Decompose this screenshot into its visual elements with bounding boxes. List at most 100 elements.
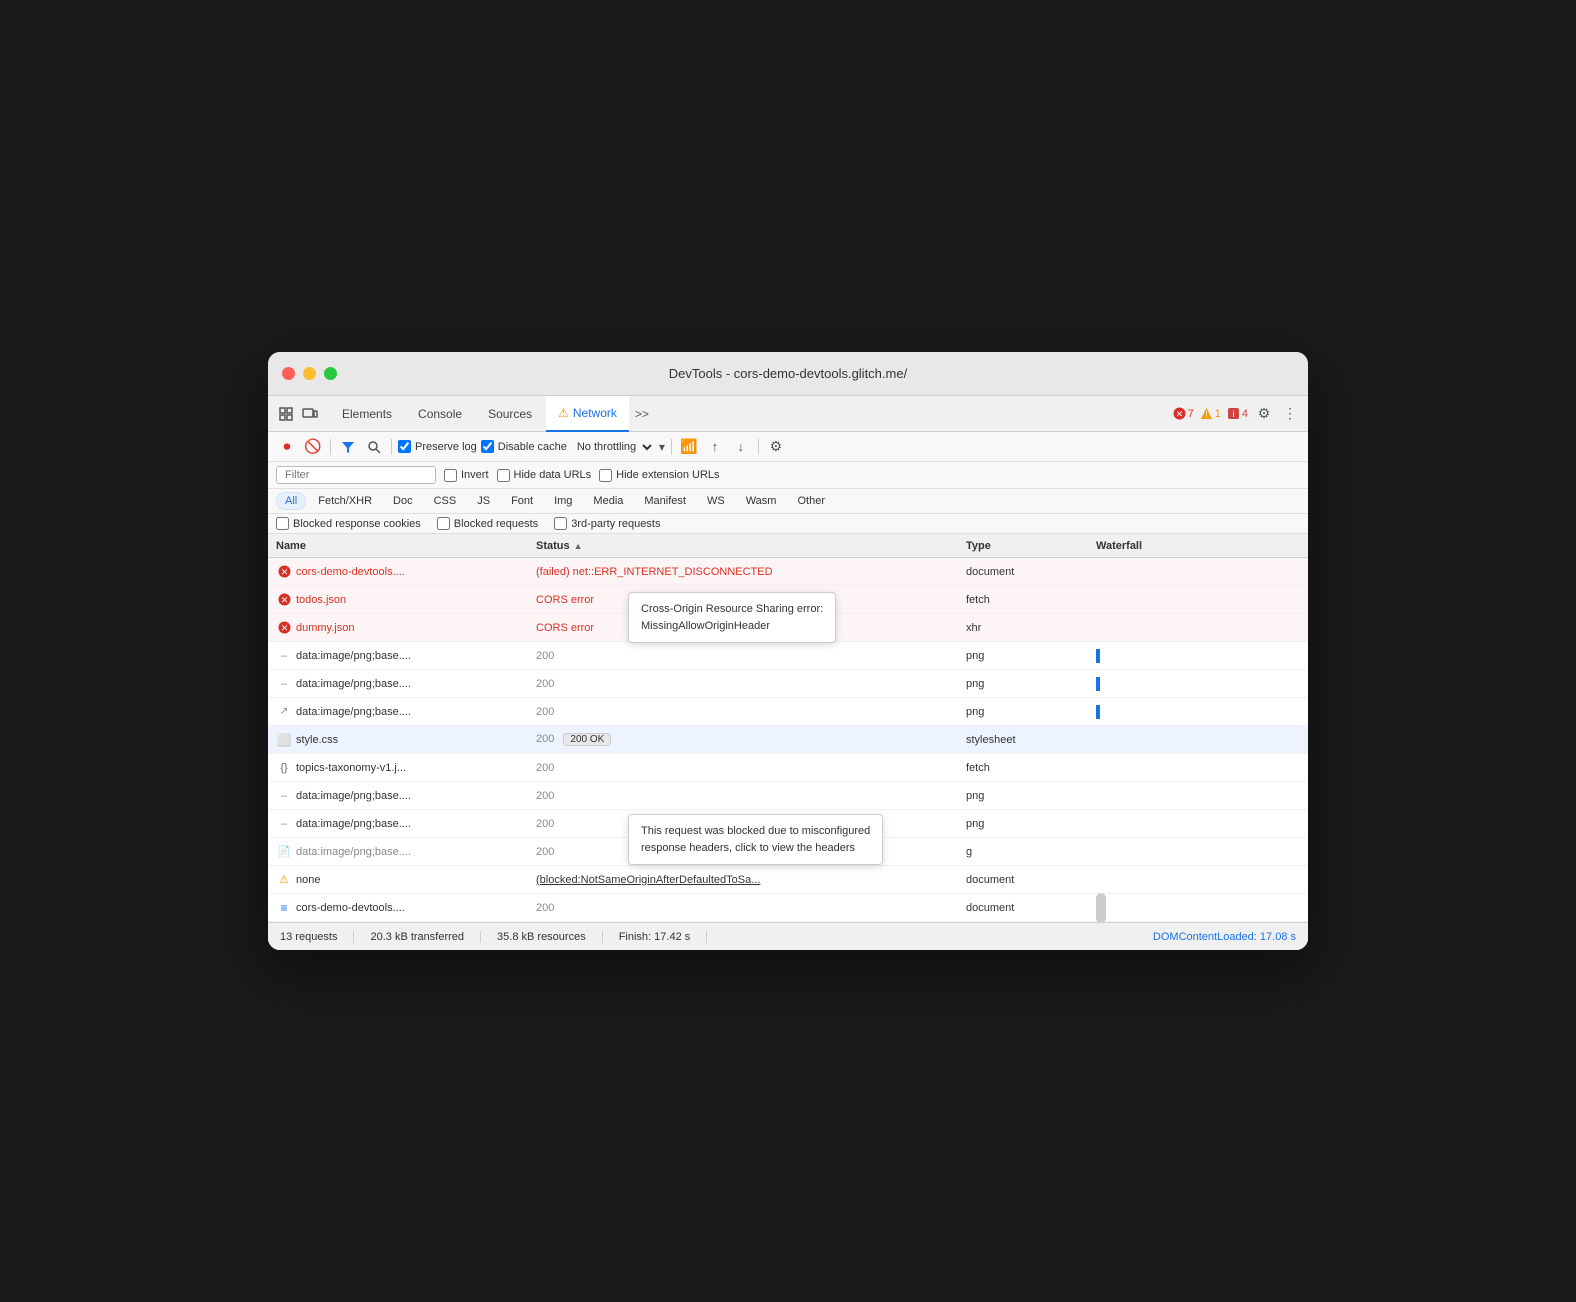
tab-elements[interactable]: Elements: [330, 396, 404, 432]
hide-data-urls-checkbox[interactable]: Hide data URLs: [497, 469, 592, 482]
minimize-button[interactable]: [303, 367, 316, 380]
blocking-bar: Blocked response cookies Blocked request…: [268, 514, 1308, 534]
dom-content-loaded: DOMContentLoaded: 17.08 s: [1153, 931, 1296, 943]
tab-console[interactable]: Console: [406, 396, 474, 432]
throttle-select[interactable]: No throttling: [571, 440, 655, 454]
scrollbar[interactable]: [1096, 893, 1106, 923]
dash-icon: –: [276, 676, 292, 692]
error-icon: ✕: [276, 564, 292, 580]
row-status: CORS error: [536, 594, 966, 606]
row-name: style.css: [296, 734, 536, 746]
table-row[interactable]: {} topics-taxonomy-v1.j... 200 fetch: [268, 754, 1308, 782]
col-header-waterfall[interactable]: Waterfall: [1096, 540, 1300, 552]
waterfall-bar: [1096, 705, 1100, 719]
svg-text:✕: ✕: [280, 595, 288, 605]
table-row[interactable]: 📄 data:image/png;base.... 200 g: [268, 838, 1308, 866]
type-filter-manifest[interactable]: Manifest: [635, 492, 695, 510]
status-bar: 13 requests 20.3 kB transferred 35.8 kB …: [268, 922, 1308, 950]
row-status: 200: [536, 846, 966, 858]
type-filter-other[interactable]: Other: [788, 492, 834, 510]
window-title: DevTools - cors-demo-devtools.glitch.me/: [669, 366, 907, 381]
row-type: png: [966, 650, 1096, 662]
disable-cache-checkbox[interactable]: Disable cache: [481, 440, 567, 453]
type-filter-all[interactable]: All: [276, 492, 306, 510]
row-waterfall: [1096, 649, 1300, 663]
row-name: cors-demo-devtools....: [296, 566, 536, 578]
row-status: 200: [536, 706, 966, 718]
device-toggle-icon[interactable]: [300, 404, 320, 424]
css-icon: ⬜: [276, 732, 292, 748]
row-status[interactable]: (blocked:NotSameOriginAfterDefaultedToSa…: [536, 874, 966, 886]
tab-sources[interactable]: Sources: [476, 396, 544, 432]
type-filter-font[interactable]: Font: [502, 492, 542, 510]
filter-input[interactable]: [276, 466, 436, 484]
type-filter-ws[interactable]: WS: [698, 492, 734, 510]
table-row[interactable]: ✕ dummy.json CORS error xhr: [268, 614, 1308, 642]
type-filter-media[interactable]: Media: [584, 492, 632, 510]
toolbar-separator-3: [671, 439, 672, 455]
search-button[interactable]: [363, 436, 385, 458]
svg-text:!: !: [1205, 410, 1208, 420]
row-type: png: [966, 706, 1096, 718]
table-row[interactable]: ↗ data:image/png;base.... 200 png: [268, 698, 1308, 726]
error-icon: ✕: [276, 620, 292, 636]
type-filter-css[interactable]: CSS: [425, 492, 466, 510]
error-icon: ✕: [276, 592, 292, 608]
toolbar-separator-4: [758, 439, 759, 455]
type-filter-img[interactable]: Img: [545, 492, 581, 510]
filter-bar: Invert Hide data URLs Hide extension URL…: [268, 462, 1308, 489]
info-badge: i 4: [1227, 407, 1248, 420]
wifi-icon[interactable]: 📶: [678, 436, 700, 458]
settings-gear-icon[interactable]: ⚙: [765, 436, 787, 458]
close-button[interactable]: [282, 367, 295, 380]
download-icon[interactable]: ↓: [730, 436, 752, 458]
table-row[interactable]: – data:image/png;base.... 200 This reque…: [268, 810, 1308, 838]
col-header-type[interactable]: Type: [966, 540, 1096, 552]
row-name: data:image/png;base....: [296, 846, 536, 858]
upload-icon[interactable]: ↑: [704, 436, 726, 458]
settings-icon[interactable]: ⚙: [1254, 404, 1274, 424]
tab-more[interactable]: >>: [631, 396, 653, 432]
row-waterfall: [1096, 677, 1300, 691]
devtools-body: Elements Console Sources ⚠ Network >> ✕ …: [268, 396, 1308, 950]
row-type: stylesheet: [966, 734, 1096, 746]
traffic-lights: [282, 367, 337, 380]
table-row[interactable]: – data:image/png;base.... 200 png: [268, 782, 1308, 810]
row-name: none: [296, 874, 536, 886]
inspect-icon[interactable]: [276, 404, 296, 424]
table-row[interactable]: – data:image/png;base.... 200 png: [268, 670, 1308, 698]
blocked-cookies-checkbox[interactable]: Blocked response cookies: [276, 517, 421, 530]
type-filter-doc[interactable]: Doc: [384, 492, 422, 510]
toolbar-separator-1: [330, 439, 331, 455]
table-row[interactable]: – data:image/png;base.... 200 png: [268, 642, 1308, 670]
svg-text:✕: ✕: [280, 567, 288, 577]
network-table-container: Name Status ▲ Type Waterfall ✕ cors-demo…: [268, 534, 1308, 922]
table-row[interactable]: ⬜ style.css 200 200 OK stylesheet: [268, 726, 1308, 754]
preserve-log-checkbox[interactable]: Preserve log: [398, 440, 477, 453]
filter-toggle-button[interactable]: [337, 436, 359, 458]
dash-icon: –: [276, 788, 292, 804]
invert-checkbox[interactable]: Invert: [444, 469, 489, 482]
waterfall-bar: [1096, 677, 1100, 691]
third-party-checkbox[interactable]: 3rd-party requests: [554, 517, 660, 530]
tab-network[interactable]: ⚠ Network: [546, 396, 629, 432]
record-button[interactable]: ⏺: [276, 436, 298, 458]
table-row[interactable]: ⚠ none (blocked:NotSameOriginAfterDefaul…: [268, 866, 1308, 894]
type-filter-js[interactable]: JS: [468, 492, 499, 510]
row-type: xhr: [966, 622, 1096, 634]
type-filter-wasm[interactable]: Wasm: [737, 492, 786, 510]
table-body: ✕ cors-demo-devtools.... (failed) net::E…: [268, 558, 1308, 922]
col-header-name[interactable]: Name: [276, 540, 536, 552]
type-filter-fetch-xhr[interactable]: Fetch/XHR: [309, 492, 381, 510]
clear-button[interactable]: 🚫: [302, 436, 324, 458]
table-row[interactable]: ✕ todos.json CORS error Cross-Origin Res…: [268, 586, 1308, 614]
blocked-requests-checkbox[interactable]: Blocked requests: [437, 517, 538, 530]
col-header-status[interactable]: Status ▲: [536, 540, 966, 552]
row-name: data:image/png;base....: [296, 790, 536, 802]
more-options-icon[interactable]: ⋮: [1280, 404, 1300, 424]
table-row[interactable]: ≡ cors-demo-devtools.... 200 document: [268, 894, 1308, 922]
table-row[interactable]: ✕ cors-demo-devtools.... (failed) net::E…: [268, 558, 1308, 586]
maximize-button[interactable]: [324, 367, 337, 380]
title-bar: DevTools - cors-demo-devtools.glitch.me/: [268, 352, 1308, 396]
hide-extension-urls-checkbox[interactable]: Hide extension URLs: [599, 469, 719, 482]
